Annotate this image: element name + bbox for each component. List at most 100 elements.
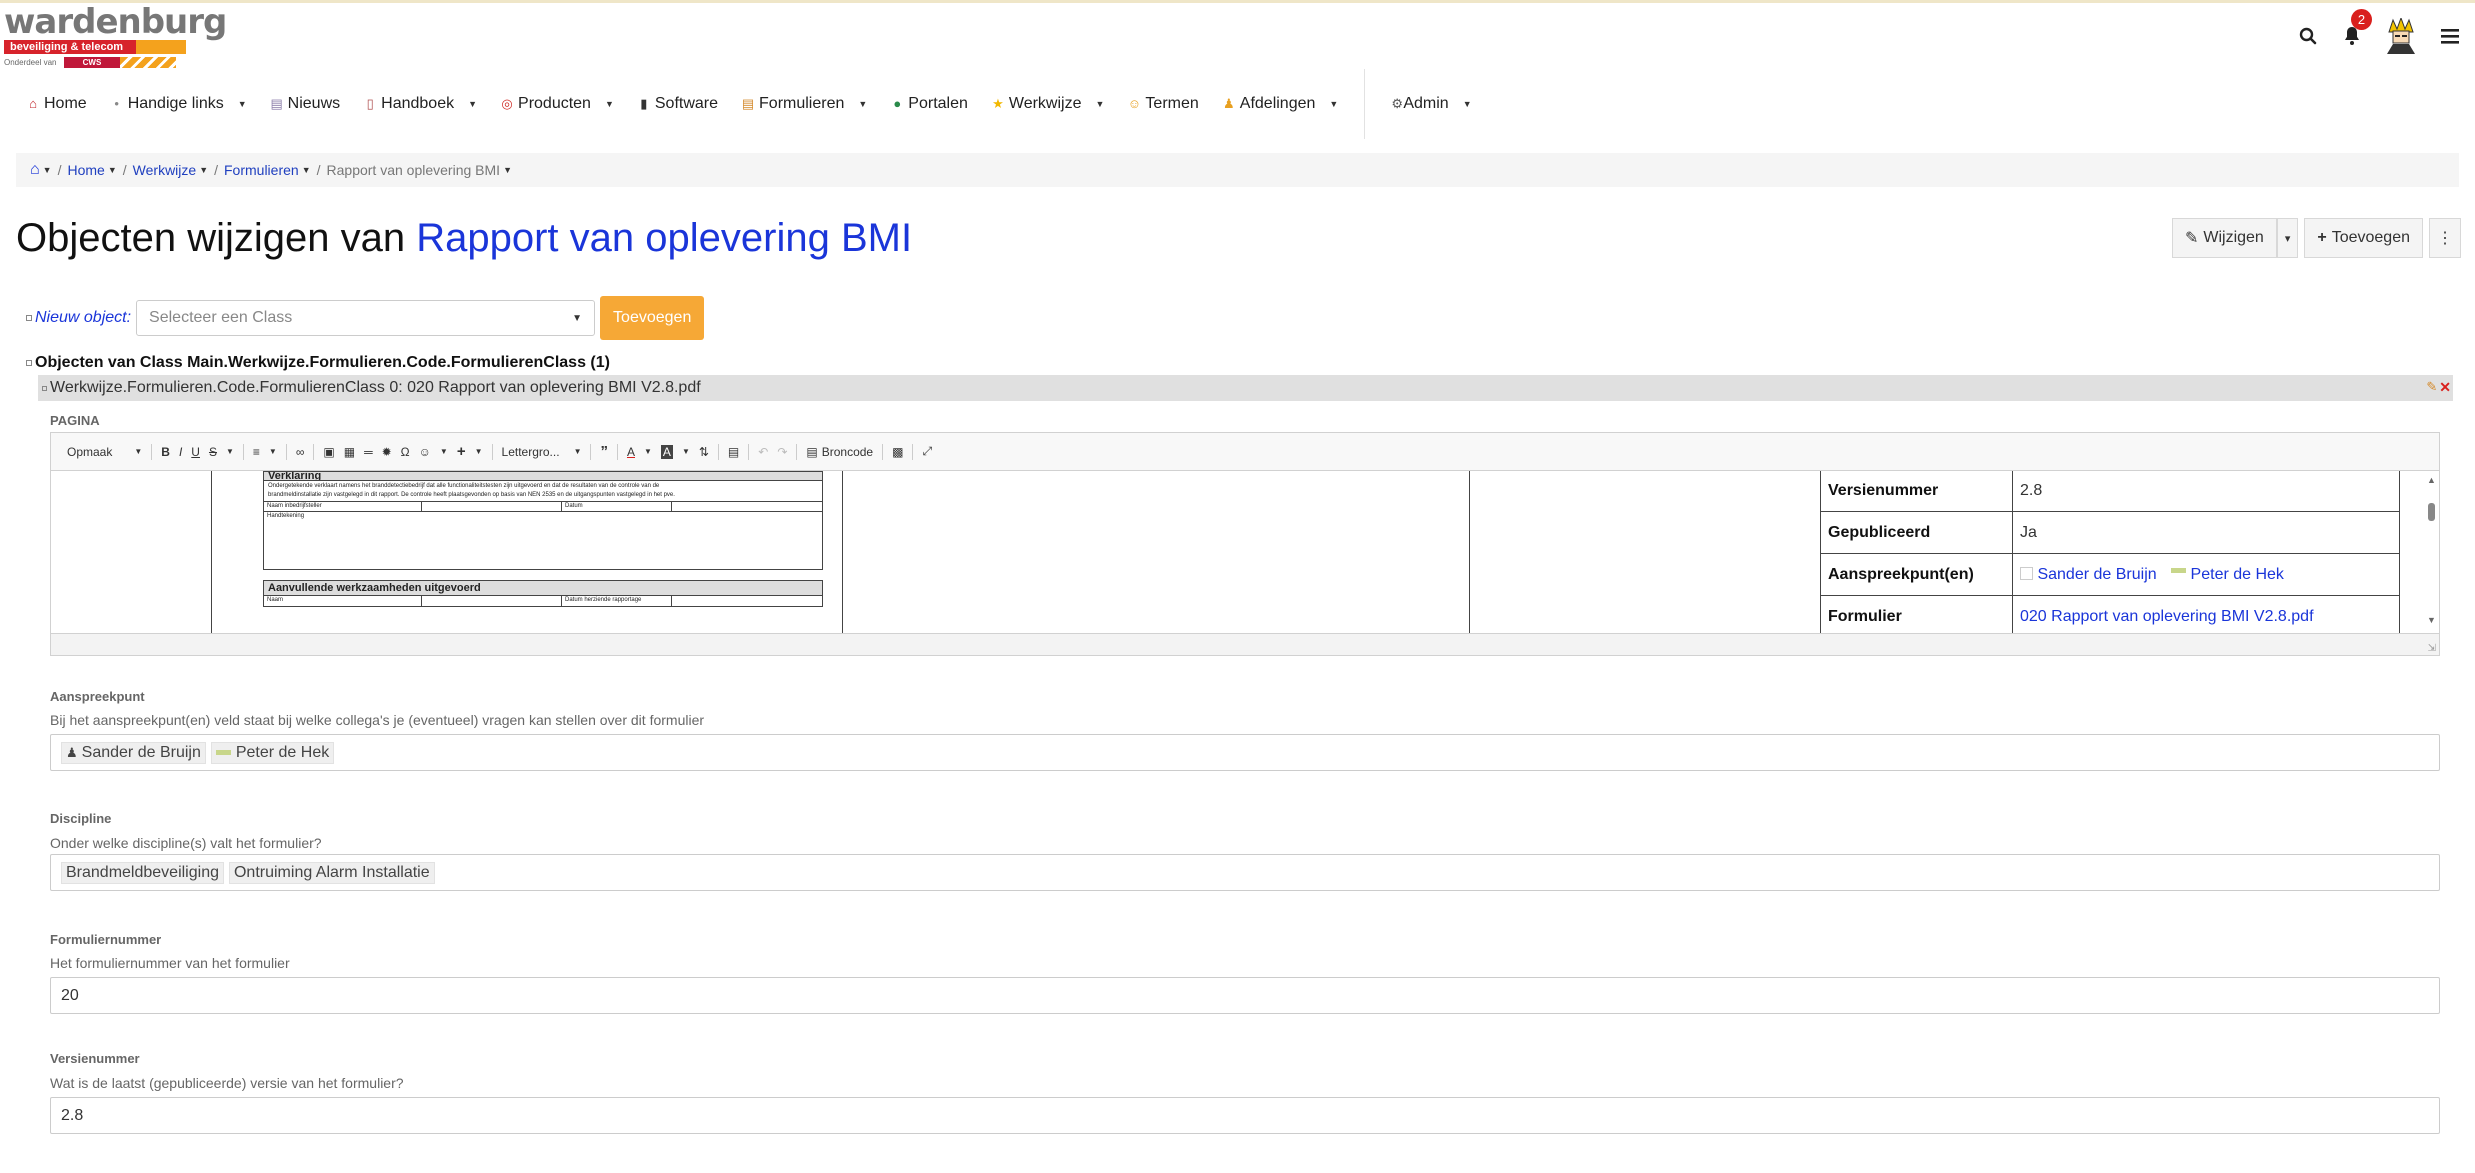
caret-down-icon[interactable]: ▼ (269, 447, 277, 456)
more-options-button[interactable]: ⋮ (2429, 218, 2461, 258)
settings-icon[interactable]: ✹ (382, 445, 392, 459)
table-row: Gepubliceerd Ja (1820, 511, 2400, 554)
nav-handige-links[interactable]: • Handige links ▼ (109, 95, 246, 113)
tag-chip[interactable]: Ontruiming Alarm Installatie (228, 861, 435, 884)
form-file-link[interactable]: 020 Rapport van oplevering BMI V2.8.pdf (2020, 608, 2314, 625)
scroll-icon: ▤ (741, 96, 755, 111)
nav-nieuws[interactable]: ▤ Nieuws (269, 95, 341, 113)
quote-icon[interactable]: ” (600, 443, 608, 460)
breadcrumb-formulieren[interactable]: Formulieren (224, 162, 299, 178)
italic-icon[interactable]: I (179, 445, 182, 459)
person-icon: ♟ (1222, 96, 1235, 111)
emoji-icon[interactable]: ☺ (419, 445, 431, 459)
caret-down-icon: ▼ (1462, 99, 1472, 109)
object-title-bar[interactable]: Werkwijze.Formulieren.Code.FormulierenCl… (38, 375, 2453, 401)
source-code-button[interactable]: ▤ Broncode (806, 445, 873, 459)
tag-chip[interactable]: Peter de Hek (210, 741, 335, 764)
caret-down-icon: ▼ (572, 312, 583, 324)
edit-dropdown-button[interactable]: ▾ (2276, 218, 2299, 258)
editor-statusbar: ⇲ (51, 633, 2439, 655)
delete-object-icon[interactable]: ✕ (2439, 379, 2451, 396)
edit-button[interactable]: ✎ Wijzigen (2171, 218, 2277, 258)
list-icon[interactable]: ≡ (253, 445, 260, 459)
gear-icon: ⚙ (1391, 96, 1403, 111)
nav-producten[interactable]: ◎ Producten ▼ (499, 95, 614, 113)
caret-down-icon[interactable]: ▼ (43, 165, 52, 175)
tag-chip[interactable]: ♟ Sander de Bruijn (61, 741, 206, 764)
tag-chip[interactable]: Brandmeldbeveiliging (61, 861, 224, 884)
save-icon[interactable]: ▩ (892, 445, 903, 459)
versienummer-input[interactable]: 2.8 (50, 1097, 2440, 1134)
edit-object-icon[interactable]: ✎ (2426, 379, 2437, 396)
globe-icon: ● (893, 96, 902, 111)
breadcrumb-werkwijze[interactable]: Werkwijze (133, 162, 197, 178)
image-icon[interactable]: ▣ (323, 445, 334, 459)
caret-down-icon: ▼ (858, 99, 868, 109)
nav-handboek[interactable]: ▯ Handboek ▼ (362, 95, 477, 113)
formuliernummer-input[interactable]: 20 (50, 977, 2440, 1014)
add-button[interactable]: + Toevoegen (2304, 218, 2423, 258)
search-icon[interactable] (2295, 23, 2321, 49)
nav-home[interactable]: ⌂ Home (25, 95, 87, 113)
format-dropdown[interactable]: Opmaak ▼ (67, 445, 142, 459)
link-icon[interactable]: ∞ (296, 445, 305, 459)
nav-termen[interactable]: ☺ Termen (1126, 95, 1199, 113)
fullscreen-icon[interactable]: ⤢ (922, 444, 932, 459)
caret-down-icon[interactable]: ▼ (475, 447, 483, 456)
caret-down-icon[interactable]: ▼ (440, 447, 448, 456)
insert-plus-icon[interactable]: + (457, 443, 466, 460)
horizontal-rule-icon[interactable]: ═ (364, 445, 373, 459)
caret-down-icon: ▼ (1329, 99, 1339, 109)
editor-content[interactable]: Verklaring Ondergetekende verklaart name… (51, 471, 2439, 635)
scroll-down-icon[interactable]: ▼ (2427, 615, 2436, 625)
undo-icon[interactable]: ↶ (758, 445, 768, 459)
collapse-icon[interactable] (42, 385, 47, 391)
background-color-icon[interactable]: A (660, 444, 673, 459)
breadcrumb-home[interactable]: Home (67, 162, 104, 178)
strikethrough-icon[interactable]: S (209, 445, 217, 459)
caret-down-icon: ▼ (468, 99, 478, 109)
table-icon[interactable]: ▦ (344, 445, 355, 459)
font-size-dropdown[interactable]: Lettergro... ▼ (502, 445, 582, 459)
discipline-field[interactable]: Brandmeldbeveiliging Ontruiming Alarm In… (50, 854, 2440, 891)
aanspreekpunt-field[interactable]: ♟ Sander de Bruijn Peter de Hek (50, 734, 2440, 771)
editor-scrollbar[interactable]: ▲ ▼ (2423, 471, 2439, 635)
caret-down-icon[interactable]: ▼ (644, 447, 652, 456)
notifications-button[interactable]: 2 (2339, 9, 2372, 49)
nav-werkwijze[interactable]: ★ Werkwijze ▼ (990, 95, 1104, 113)
caret-down-icon[interactable]: ▼ (302, 165, 311, 175)
user-avatar[interactable] (2383, 18, 2419, 54)
page-title-link[interactable]: Rapport van oplevering BMI (416, 216, 912, 260)
menu-icon[interactable] (2437, 23, 2463, 49)
nav-portalen[interactable]: ● Portalen (889, 95, 968, 113)
nav-software[interactable]: ▮ Software (636, 95, 718, 113)
scrollbar-thumb[interactable] (2428, 503, 2435, 521)
bold-icon[interactable]: B (161, 445, 170, 459)
caret-down-icon[interactable]: ▼ (199, 165, 208, 175)
redo-icon[interactable]: ↷ (777, 445, 787, 459)
nav-formulieren[interactable]: ▤ Formulieren ▼ (740, 95, 867, 113)
resize-handle-icon[interactable]: ⇲ (2428, 643, 2436, 654)
text-color-icon[interactable]: A (627, 445, 635, 459)
class-select[interactable]: Selecteer een Class ▼ (136, 300, 596, 336)
caret-down-icon[interactable]: ▼ (503, 165, 512, 175)
add-object-button[interactable]: Toevoegen (600, 296, 705, 340)
new-object-label: Nieuw object: (35, 309, 132, 326)
table-row: Versienummer 2.8 (1820, 471, 2400, 512)
caret-down-icon[interactable]: ▼ (226, 447, 234, 456)
code-sample-icon[interactable]: ⇅ (699, 445, 709, 459)
caret-down-icon[interactable]: ▼ (108, 165, 117, 175)
breadcrumb-home-icon[interactable]: ⌂ (30, 161, 40, 179)
nav-admin[interactable]: ⚙ Admin ▼ (1391, 95, 1471, 113)
scroll-up-icon[interactable]: ▲ (2427, 475, 2436, 485)
nav-afdelingen[interactable]: ♟ Afdelingen ▼ (1221, 95, 1339, 113)
brand-logo[interactable]: wardenburg beveiliging & telecom Onderde… (4, 5, 227, 68)
contact-link[interactable]: Peter de Hek (2191, 566, 2284, 583)
omega-icon[interactable]: Ω (401, 445, 410, 459)
contact-link[interactable]: Sander de Bruijn (2037, 566, 2156, 583)
underline-icon[interactable]: U (191, 445, 200, 459)
caret-down-icon[interactable]: ▼ (682, 447, 690, 456)
table-row: Formulier 020 Rapport van oplevering BMI… (1820, 595, 2400, 635)
paste-icon[interactable]: ▤ (728, 445, 739, 459)
tag-image-icon (215, 750, 231, 755)
